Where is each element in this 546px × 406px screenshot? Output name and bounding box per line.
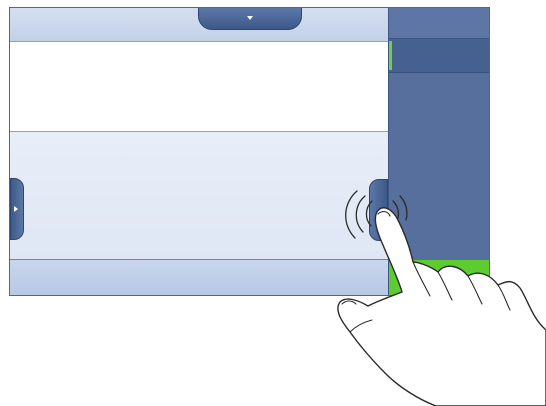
work-area [10,132,388,259]
side-panel-header [389,8,489,39]
right-pull-tab[interactable] [369,179,388,241]
device-screen [9,7,490,296]
content-panel [10,42,388,132]
chevron-down-icon [247,16,253,20]
side-panel-item-selected[interactable] [389,39,489,73]
top-bar [10,8,388,42]
left-pull-tab[interactable] [10,178,24,240]
chevron-right-icon [14,206,18,212]
top-pull-tab[interactable] [198,8,302,30]
side-panel-action-button[interactable] [389,260,489,295]
selection-indicator [389,41,392,70]
bottom-bar [10,259,388,295]
illustration [0,0,546,406]
side-panel [388,8,489,295]
